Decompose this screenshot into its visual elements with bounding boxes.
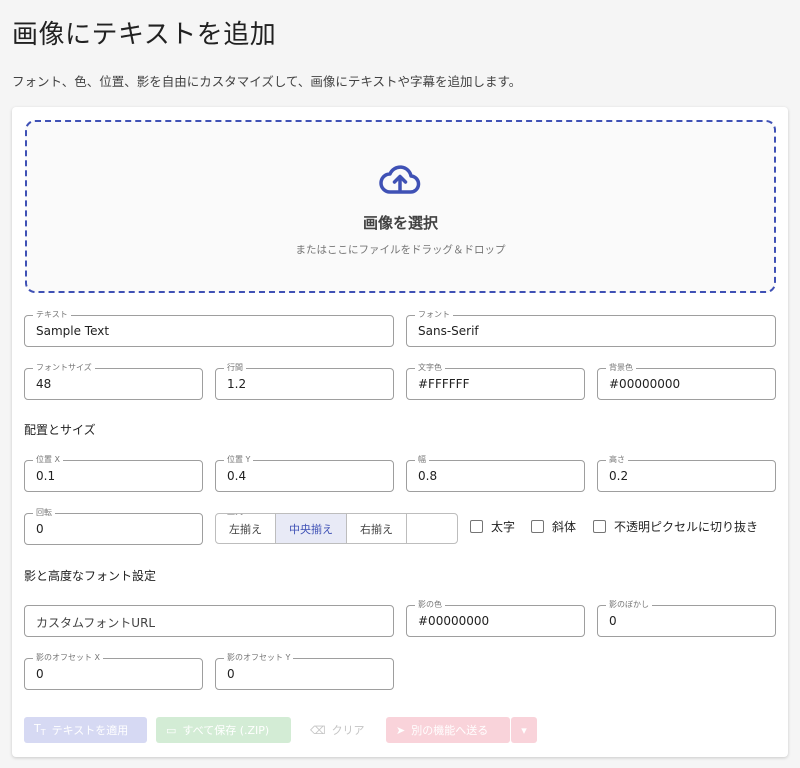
pos-y-value: 0.4 xyxy=(227,469,247,483)
height-value: 0.2 xyxy=(609,469,629,483)
page-title: 画像にテキストを追加 xyxy=(12,20,277,50)
shadow-blur-label: 影のぼかし xyxy=(606,600,652,610)
crop-checkbox[interactable]: 不透明ピクセルに切り抜き xyxy=(593,518,758,535)
shadow-section-title: 影と高度なフォント設定 xyxy=(24,569,157,583)
save-all-zip-button[interactable]: ▭ すべて保存 (.ZIP) xyxy=(156,717,291,743)
line-height-value: 1.2 xyxy=(227,377,247,391)
text-color-field[interactable]: 文字色 #FFFFFF xyxy=(406,363,585,400)
layout-section-title: 配置とサイズ xyxy=(24,423,96,437)
cloud-upload-icon xyxy=(379,165,421,194)
text-color-value: #FFFFFF xyxy=(418,377,470,391)
shadow-blur-value: 0 xyxy=(609,614,617,628)
font-size-label: フォントサイズ xyxy=(33,363,95,373)
folder-zip-icon: ▭ xyxy=(166,723,177,737)
shadow-color-label: 影の色 xyxy=(415,600,445,610)
align-center-button[interactable]: 中央揃え xyxy=(276,514,347,543)
bold-checkbox-label: 太字 xyxy=(491,520,516,534)
send-to-feature-button[interactable]: ➤ 別の機能へ送る xyxy=(386,717,510,743)
text-color-label: 文字色 xyxy=(415,363,445,373)
italic-checkbox-box[interactable] xyxy=(531,520,544,533)
bold-checkbox-box[interactable] xyxy=(470,520,483,533)
custom-font-url-input[interactable]: カスタムフォントURL xyxy=(24,605,394,637)
pos-y-field[interactable]: 位置 Y 0.4 xyxy=(215,455,394,492)
line-height-field[interactable]: 行間 1.2 xyxy=(215,363,394,400)
font-size-field[interactable]: フォントサイズ 48 xyxy=(24,363,203,400)
shadow-offset-y-value: 0 xyxy=(227,667,235,681)
italic-checkbox-label: 斜体 xyxy=(552,520,577,534)
image-dropzone[interactable]: 画像を選択 またはここにファイルをドラッグ＆ドロップ xyxy=(25,120,776,293)
shadow-blur-field[interactable]: 影のぼかし 0 xyxy=(597,600,776,637)
shadow-color-value: #00000000 xyxy=(418,614,490,628)
text-field-value: Sample Text xyxy=(36,324,110,338)
bg-color-value: #00000000 xyxy=(609,377,681,391)
pos-x-label: 位置 X xyxy=(33,455,64,465)
width-field[interactable]: 幅 0.8 xyxy=(406,455,585,492)
bold-checkbox[interactable]: 太字 xyxy=(470,518,515,535)
width-label: 幅 xyxy=(415,455,429,465)
chevron-down-icon: ▾ xyxy=(521,723,527,737)
send-icon: ➤ xyxy=(396,723,406,737)
shadow-offset-x-field[interactable]: 影のオフセット X 0 xyxy=(24,653,203,690)
height-label: 高さ xyxy=(606,455,628,465)
bg-color-label: 背景色 xyxy=(606,363,636,373)
shadow-offset-x-value: 0 xyxy=(36,667,44,681)
height-field[interactable]: 高さ 0.2 xyxy=(597,455,776,492)
clear-button-label: クリア xyxy=(331,724,365,737)
rotation-label: 回転 xyxy=(33,508,55,518)
shadow-offset-x-label: 影のオフセット X xyxy=(33,653,104,663)
font-select-value: Sans-Serif xyxy=(418,324,479,338)
shadow-color-field[interactable]: 影の色 #00000000 xyxy=(406,600,585,637)
apply-text-button-label: テキストを適用 xyxy=(51,724,129,737)
italic-checkbox[interactable]: 斜体 xyxy=(531,518,576,535)
text-field-label: テキスト xyxy=(33,310,71,320)
text-field[interactable]: テキスト Sample Text xyxy=(24,310,394,347)
text-format-icon: TT xyxy=(34,722,46,738)
align-toggle-group: 整列 左揃え 中央揃え 右揃え xyxy=(215,513,458,544)
send-to-feature-button-label: 別の機能へ送る xyxy=(411,724,489,737)
page: 画像にテキストを追加 フォント、色、位置、影を自由にカスタマイズして、画像にテキ… xyxy=(0,0,800,768)
font-select[interactable]: フォント Sans-Serif xyxy=(406,310,776,347)
pos-x-value: 0.1 xyxy=(36,469,56,483)
rotation-field[interactable]: 回転 0 xyxy=(24,508,203,545)
apply-text-button[interactable]: TT テキストを適用 xyxy=(24,717,147,743)
line-height-label: 行間 xyxy=(224,363,246,373)
custom-font-url-placeholder: カスタムフォントURL xyxy=(36,616,156,630)
align-right-button[interactable]: 右揃え xyxy=(347,514,407,543)
send-dropdown-button[interactable]: ▾ xyxy=(511,717,537,743)
shadow-offset-y-label: 影のオフセット Y xyxy=(224,653,294,663)
align-label: 整列 xyxy=(224,514,246,517)
width-value: 0.8 xyxy=(418,469,438,483)
clear-button[interactable]: ⌫ クリア xyxy=(300,717,377,743)
dropzone-title: 画像を選択 xyxy=(362,214,438,232)
font-size-value: 48 xyxy=(36,377,52,391)
page-subtitle: フォント、色、位置、影を自由にカスタマイズして、画像にテキストや字幕を追加します… xyxy=(12,74,522,89)
crop-checkbox-label: 不透明ピクセルに切り抜き xyxy=(614,520,759,534)
shadow-offset-y-field[interactable]: 影のオフセット Y 0 xyxy=(215,653,394,690)
bg-color-field[interactable]: 背景色 #00000000 xyxy=(597,363,776,400)
rotation-value: 0 xyxy=(36,522,44,536)
save-all-zip-button-label: すべて保存 (.ZIP) xyxy=(182,724,270,737)
clear-format-icon: ⌫ xyxy=(310,723,326,737)
dropzone-subtitle: またはここにファイルをドラッグ＆ドロップ xyxy=(295,244,506,256)
align-left-button[interactable]: 左揃え xyxy=(216,514,276,543)
pos-x-field[interactable]: 位置 X 0.1 xyxy=(24,455,203,492)
crop-checkbox-box[interactable] xyxy=(593,520,606,533)
font-select-label: フォント xyxy=(415,310,453,320)
editor-card: 画像を選択 またはここにファイルをドラッグ＆ドロップ テキスト Sample T… xyxy=(12,107,788,757)
pos-y-label: 位置 Y xyxy=(224,455,254,465)
